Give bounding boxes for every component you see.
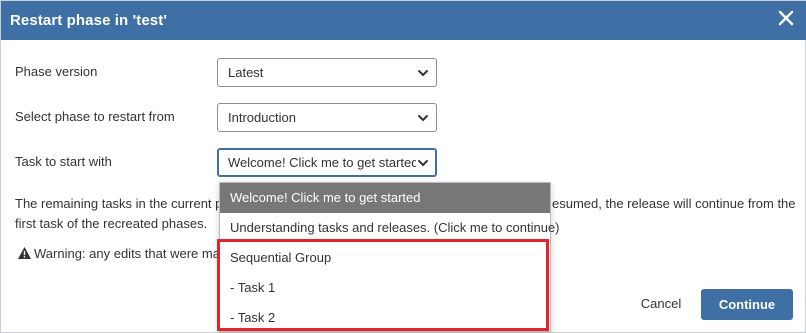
dialog-header: Restart phase in 'test' — [1, 1, 806, 40]
dropdown-option[interactable]: Sequential Group — [220, 243, 550, 273]
dropdown-option[interactable]: - Task 1 — [220, 273, 550, 303]
info-line-2: first task of the recreated phases. — [15, 216, 208, 231]
cancel-button[interactable]: Cancel — [632, 290, 690, 318]
continue-button[interactable]: Continue — [701, 289, 793, 320]
restart-from-label: Select phase to restart from — [15, 109, 175, 124]
phase-version-label: Phase version — [15, 64, 98, 79]
restart-from-value: Introduction — [228, 110, 296, 125]
info-line-1-left: The remaining tasks in the current p — [15, 196, 223, 211]
info-line-1-right: esumed, the release will continue from t… — [552, 196, 796, 211]
close-icon[interactable] — [777, 9, 795, 27]
start-task-label: Task to start with — [15, 154, 112, 169]
warning-message: Warning: any edits that were mad — [17, 246, 227, 261]
start-task-dropdown-list: Welcome! Click me to get started Underst… — [219, 182, 560, 333]
restart-phase-dialog: Restart phase in 'test' Phase version La… — [0, 0, 806, 333]
start-task-select[interactable]: Welcome! Click me to get started — [217, 148, 437, 177]
warning-text: Warning: any edits that were mad — [34, 246, 228, 261]
dropdown-option[interactable]: Understanding tasks and releases. (Click… — [220, 213, 560, 243]
dropdown-option[interactable]: Welcome! Click me to get started — [220, 183, 550, 213]
phase-version-value: Latest — [228, 65, 264, 80]
chevron-down-icon — [418, 160, 428, 167]
chevron-down-icon — [418, 70, 428, 77]
phase-version-select[interactable]: Latest — [217, 58, 437, 87]
dialog-title: Restart phase in 'test' — [10, 12, 167, 29]
chevron-down-icon — [418, 115, 428, 122]
warning-icon — [18, 247, 31, 259]
dropdown-option[interactable]: - Task 2 — [220, 303, 550, 333]
restart-from-select[interactable]: Introduction — [217, 103, 437, 132]
start-task-value: Welcome! Click me to get started — [228, 155, 416, 170]
